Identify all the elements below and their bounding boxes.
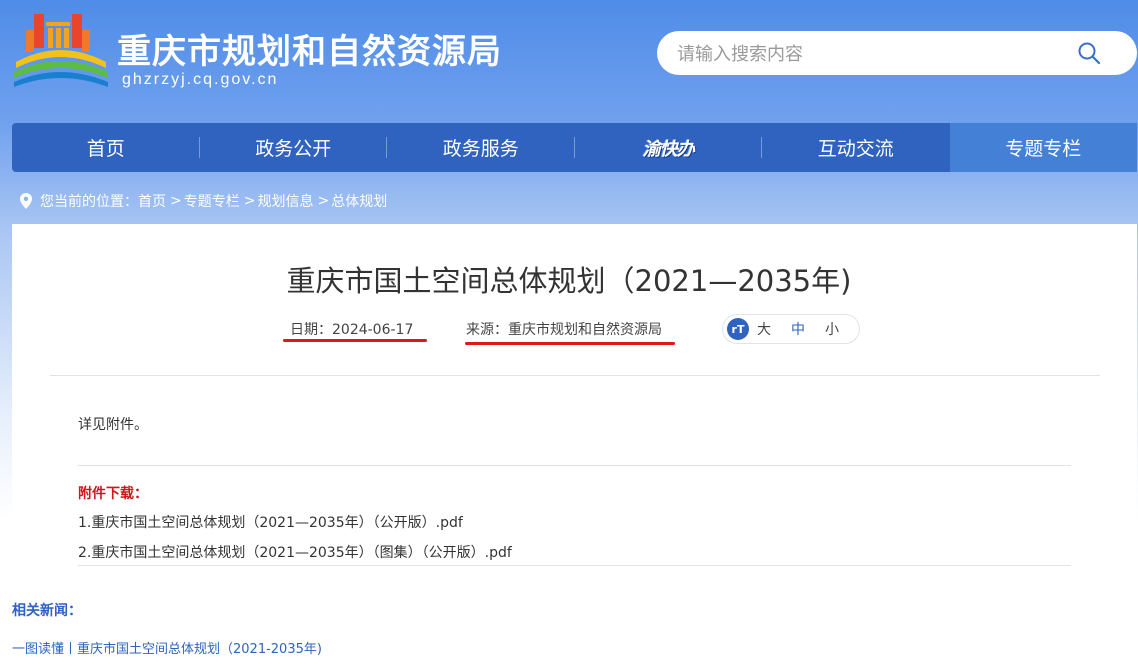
article-date: 日期：2024-06-17 [290, 322, 414, 338]
nav-item-label: 专题专栏 [1005, 138, 1082, 160]
nav-item-label: 互动交流 [817, 138, 894, 160]
nav-item-home[interactable]: 首页 [12, 123, 200, 172]
breadcrumb-planning-info[interactable]: 规划信息 [257, 191, 313, 211]
nav-item-label: 政务公开 [255, 138, 332, 160]
source-highlight-underline [465, 342, 675, 345]
search-box [657, 31, 1137, 77]
font-size-icon: rT [727, 318, 749, 340]
site-domain: ghzrzyj.cq.gov.cn [122, 71, 279, 88]
attachment-link-public-edition[interactable]: 1.重庆市国土空间总体规划（2021—2035年）（公开版）.pdf [78, 512, 463, 532]
article-body: 详见附件。 [78, 417, 148, 433]
date-highlight-underline [283, 339, 427, 342]
related-news-label: 相关新闻： [12, 603, 82, 619]
nav-item-government-services[interactable]: 政务服务 [387, 123, 575, 172]
breadcrumb-separator: > [317, 193, 330, 209]
site-title: 重庆市规划和自然资源局 [117, 32, 502, 72]
main-nav: 首页 政务公开 政务服务 渝快办 互动交流 专题专栏 [12, 123, 1137, 172]
font-size-large[interactable]: 大 [757, 319, 771, 339]
font-size-small[interactable]: 小 [825, 319, 839, 339]
nav-item-yukuaiban[interactable]: 渝快办 [575, 123, 762, 172]
attachment-link-atlas-public-edition[interactable]: 2.重庆市国土空间总体规划（2021—2035年）（图集）（公开版）.pdf [78, 542, 512, 562]
nav-item-special-topics[interactable]: 专题专栏 [949, 123, 1137, 172]
breadcrumb-master-plan[interactable]: 总体规划 [331, 191, 387, 211]
search-input[interactable] [675, 31, 1059, 77]
bureau-logo[interactable] [12, 12, 108, 88]
nav-item-interaction[interactable]: 互动交流 [762, 123, 950, 172]
breadcrumb-special-topics[interactable]: 专题专栏 [184, 191, 240, 211]
search-icon[interactable] [1077, 41, 1101, 65]
article-source: 来源：重庆市规划和自然资源局 [466, 322, 662, 338]
breadcrumb-separator: > [243, 193, 256, 209]
nav-item-label: 首页 [86, 138, 125, 160]
nav-item-government-affairs[interactable]: 政务公开 [200, 123, 387, 172]
attachments-top-divider [78, 465, 1071, 466]
font-size-switch: rT 大 中 小 [722, 314, 860, 344]
header-divider [50, 375, 1100, 376]
attachments-bottom-divider [78, 565, 1071, 566]
article-title: 重庆市国土空间总体规划（2021—2035年) [286, 264, 852, 298]
yukuaiban-logo: 渝快办 [642, 138, 695, 160]
breadcrumb-prefix: 您当前的位置： [40, 194, 138, 210]
font-size-medium[interactable]: 中 [791, 319, 805, 339]
breadcrumb-separator: > [170, 193, 182, 209]
related-news-link[interactable]: 一图读懂丨重庆市国土空间总体规划（2021-2035年) [12, 638, 322, 657]
attachments-label: 附件下载： [78, 486, 148, 502]
breadcrumb: 您当前的位置： 首页 > 专题专栏 > 规划信息 > 总体规划 [20, 192, 387, 210]
location-pin-icon [20, 193, 32, 209]
breadcrumb-home[interactable]: 首页 [138, 191, 166, 211]
nav-item-label: 政务服务 [442, 138, 519, 160]
